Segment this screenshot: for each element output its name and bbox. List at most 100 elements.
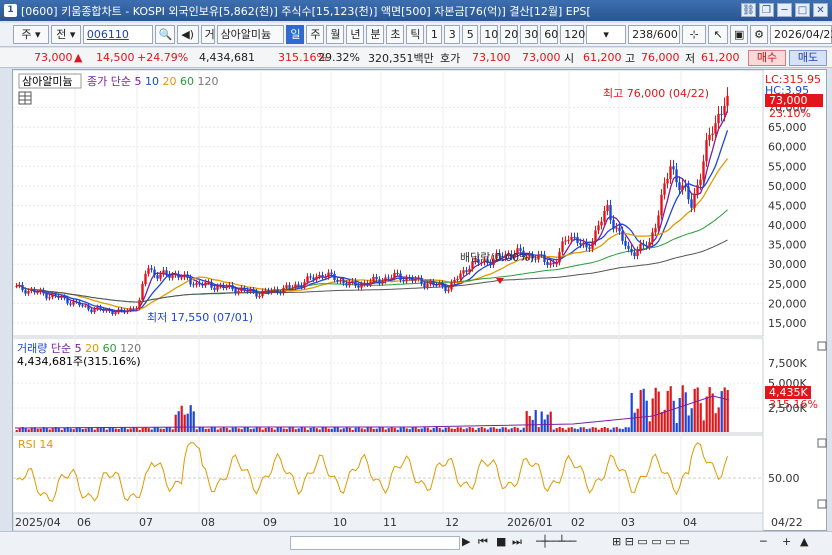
- close-icon[interactable]: ✕: [813, 3, 828, 17]
- rsi-panel: [12, 434, 764, 514]
- volume-bar: [147, 428, 150, 432]
- expand-icon[interactable]: ▲: [800, 535, 808, 548]
- candle: [405, 277, 408, 282]
- x-tick-label: 02: [571, 516, 585, 529]
- volume-pct-label: 315.16%: [769, 398, 818, 411]
- candle: [117, 309, 120, 313]
- volume-bar: [477, 427, 480, 432]
- first-icon[interactable]: ⏮: [478, 535, 488, 549]
- scroll-right-icon[interactable]: ▶: [462, 535, 470, 548]
- volume-bar: [357, 427, 360, 432]
- candle: [639, 243, 642, 251]
- candle: [45, 293, 48, 299]
- chart-area[interactable]: 70,000 65,000 60,000 55,000 50,000 45,000 40,0…: [12, 69, 828, 532]
- stop-icon[interactable]: ■: [496, 535, 506, 548]
- volume-bar: [387, 428, 390, 432]
- candle: [120, 309, 123, 311]
- market-select[interactable]: 주 ▾: [13, 25, 49, 44]
- interval-3[interactable]: 3: [444, 25, 461, 44]
- rsi-panel-name: RSI 14: [18, 438, 53, 451]
- last-icon[interactable]: ⏭: [512, 535, 522, 549]
- zoom-out-icon[interactable]: ─: [760, 535, 767, 548]
- volume-panel-close-icon[interactable]: [817, 341, 827, 351]
- volume-bar: [36, 428, 39, 432]
- volume-bar: [225, 427, 228, 432]
- cursor-icon[interactable]: ↖: [708, 25, 729, 44]
- candle: [375, 276, 378, 280]
- rsi-panel-close-icon[interactable]: [817, 438, 827, 448]
- volume-bar: [312, 427, 315, 432]
- candle: [588, 247, 591, 249]
- candle: [81, 305, 84, 307]
- add-panel-icon[interactable]: [817, 499, 827, 509]
- interval-30[interactable]: 30: [520, 25, 539, 44]
- volume-bar: [108, 427, 111, 432]
- search-icon[interactable]: 🔍: [154, 25, 175, 44]
- candle: [285, 285, 288, 288]
- interval-10[interactable]: 10: [480, 25, 499, 44]
- maximize-icon[interactable]: □: [795, 3, 810, 17]
- volume-bar: [657, 391, 660, 432]
- interval-120[interactable]: 120: [560, 25, 585, 44]
- volume-bar: [606, 428, 609, 432]
- interval-20[interactable]: 20: [500, 25, 519, 44]
- stock-code-input[interactable]: 006110: [82, 25, 153, 44]
- candle: [336, 279, 339, 282]
- toolbar: 주 ▾ 전 ▾ 006110 🔍 ◀) 거 삼아알미늄 일 주 월 년 분 초 …: [0, 23, 832, 47]
- candle: [687, 186, 690, 200]
- candle: [192, 284, 195, 286]
- candle: [678, 182, 681, 190]
- chart-svg[interactable]: 70,00065,00060,00055,00050,00045,00040,0…: [12, 69, 828, 532]
- price-tick-label: 40,000: [768, 219, 807, 232]
- candle: [387, 277, 390, 279]
- volume-bar: [297, 428, 300, 432]
- tab-month[interactable]: 월: [326, 25, 345, 44]
- gear-icon[interactable]: ⚙: [750, 25, 768, 44]
- layout-icons[interactable]: ⊞ ⊟ ▭ ▭ ▭ ▭: [612, 535, 690, 548]
- up-arrow-icon: ▲: [74, 51, 83, 64]
- buy-button[interactable]: 매수: [748, 50, 786, 66]
- tab-day[interactable]: 일: [286, 25, 305, 44]
- date-input[interactable]: 2026/04/22: [770, 25, 832, 44]
- volume-bar: [408, 429, 411, 432]
- period-select[interactable]: 전 ▾: [50, 25, 81, 44]
- candle: [66, 298, 69, 304]
- sound-icon[interactable]: ◀): [176, 25, 199, 44]
- candle: [348, 282, 351, 286]
- zoom-slider[interactable]: ─┼──┴──: [536, 535, 576, 548]
- candle: [42, 290, 45, 294]
- scroll-track[interactable]: [290, 536, 460, 550]
- interval-1[interactable]: 1: [426, 25, 443, 44]
- candle: [453, 279, 456, 283]
- tab-week[interactable]: 주: [306, 25, 325, 44]
- tab-tick[interactable]: 틱: [406, 25, 425, 44]
- high-label: 고: [625, 51, 636, 65]
- tab-second[interactable]: 초: [386, 25, 405, 44]
- geo-label[interactable]: 거: [200, 25, 215, 44]
- vol-ma60-label: 60: [103, 342, 117, 355]
- save-icon[interactable]: ▣: [730, 25, 749, 44]
- candle: [144, 273, 147, 285]
- link-icon[interactable]: ⛓: [741, 3, 756, 17]
- crosshair-icon[interactable]: ⊹: [682, 25, 707, 44]
- sell-button[interactable]: 매도: [789, 50, 827, 66]
- restore-icon[interactable]: ❐: [759, 3, 774, 17]
- interval-5[interactable]: 5: [462, 25, 479, 44]
- candle: [654, 228, 657, 233]
- zoom-in-icon[interactable]: +: [782, 535, 791, 548]
- volume-bar: [462, 429, 465, 432]
- volume-bar: [621, 428, 624, 432]
- volume-bar: [414, 427, 417, 432]
- candle: [108, 309, 111, 312]
- tab-minute[interactable]: 분: [366, 25, 385, 44]
- volume-bar: [483, 428, 486, 432]
- interval-60[interactable]: 60: [540, 25, 559, 44]
- tab-year[interactable]: 년: [346, 25, 365, 44]
- candle: [30, 289, 33, 292]
- candle: [315, 276, 318, 280]
- volume-bar: [726, 390, 729, 432]
- volume-bar: [600, 427, 603, 432]
- interval-custom-input[interactable]: ▾: [586, 25, 627, 44]
- volume-bar: [423, 427, 426, 432]
- minimize-icon[interactable]: ─: [777, 3, 792, 17]
